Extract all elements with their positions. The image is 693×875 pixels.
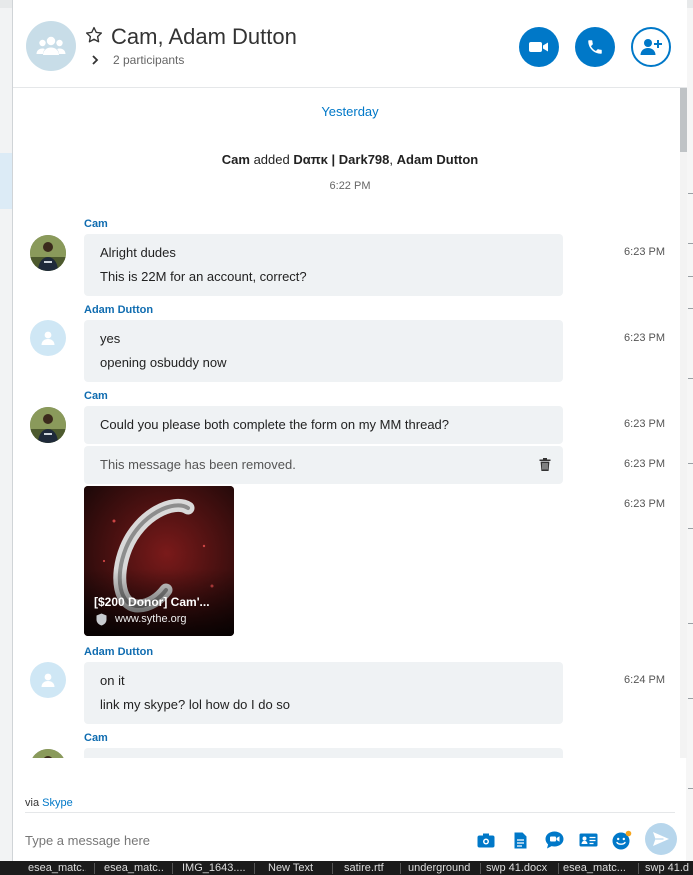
- video-message-button[interactable]: [544, 830, 564, 850]
- person-icon: [41, 673, 55, 687]
- system-message-time: 6:22 PM: [329, 180, 371, 192]
- message-input[interactable]: [25, 828, 465, 852]
- chevron-right-icon[interactable]: [91, 55, 99, 65]
- media-button[interactable]: [476, 830, 496, 850]
- system-actor: Cam: [221, 152, 250, 167]
- removed-message[interactable]: This message has been removed.: [84, 446, 563, 484]
- avatar[interactable]: [30, 662, 66, 698]
- media-icon: [477, 833, 495, 847]
- message-bubble[interactable]: on it link my skype? lol how do I do so: [84, 662, 563, 724]
- sender-name[interactable]: Adam Dutton: [84, 304, 153, 316]
- taskbar-item[interactable]: esea_matc...: [563, 861, 635, 875]
- avatar[interactable]: [30, 407, 66, 443]
- message-time: 6:23 PM: [624, 458, 665, 470]
- sender-name[interactable]: Cam: [84, 218, 108, 230]
- sender-name[interactable]: Cam: [84, 390, 108, 402]
- add-participant-button[interactable]: [631, 27, 671, 67]
- phone-icon: [588, 40, 602, 54]
- message-composer: via Skype: [13, 790, 687, 861]
- video-call-icon: [529, 42, 548, 52]
- file-button[interactable]: [510, 830, 530, 850]
- video-message-icon: [545, 831, 563, 849]
- system-target: Adam Dutton: [396, 152, 479, 167]
- message-bubble[interactable]: [84, 748, 563, 758]
- taskbar-item[interactable]: esea_matc...: [28, 861, 86, 875]
- video-call-button[interactable]: [519, 27, 559, 67]
- taskbar-item[interactable]: swp 41.docx: [486, 861, 556, 875]
- participants-link[interactable]: 2 participants: [113, 53, 184, 67]
- audio-call-button[interactable]: [575, 27, 615, 67]
- link-preview-title: [$200 Donor] Cam'...: [94, 595, 210, 609]
- message-text: yes: [100, 331, 121, 346]
- via-label: via Skype: [25, 797, 73, 809]
- message-text: This is 22M for an account, correct?: [100, 269, 307, 284]
- star-icon[interactable]: [85, 26, 103, 44]
- message-text: Could you please both complete the form …: [100, 417, 450, 432]
- date-separator: Yesterday: [321, 104, 379, 119]
- sender-name[interactable]: Cam: [84, 732, 108, 744]
- contact-card-icon: [579, 833, 597, 847]
- system-action: added: [253, 152, 290, 167]
- message-text: link my skype? lol how do I do so: [100, 697, 291, 712]
- taskbar-item[interactable]: swp 41.d: [645, 861, 693, 875]
- message-text: Alright dudes: [100, 245, 176, 260]
- os-taskbar: esea_matc... esea_matc... IMG_1643.... N…: [0, 861, 693, 875]
- send-button[interactable]: [645, 823, 677, 855]
- send-icon: [653, 832, 669, 846]
- link-preview-card[interactable]: [$200 Donor] Cam'... www.sythe.org: [84, 486, 234, 636]
- shield-icon: [96, 613, 107, 626]
- conversation-title: Cam, Adam Dutton: [111, 24, 297, 49]
- message-time: 6:23 PM: [624, 418, 665, 430]
- message-time: 6:23 PM: [624, 246, 665, 258]
- avatar[interactable]: [30, 235, 66, 271]
- message-time: 6:23 PM: [624, 332, 665, 344]
- add-person-icon: [640, 39, 662, 55]
- taskbar-item[interactable]: underground: [408, 861, 478, 875]
- message-list[interactable]: Yesterday Cam added Dαπκ | Dark798, Adam…: [13, 88, 687, 758]
- system-message: Cam added Dαπκ | Dark798, Adam Dutton: [221, 152, 479, 167]
- contact-card-button[interactable]: [578, 830, 598, 850]
- file-icon: [514, 832, 526, 848]
- scrollbar-thumb[interactable]: [680, 88, 687, 152]
- composer-divider: [25, 812, 675, 813]
- message-text: opening osbuddy now: [100, 355, 227, 370]
- trash-icon[interactable]: [539, 458, 551, 471]
- emoji-button[interactable]: [612, 830, 632, 850]
- message-text: on it: [100, 673, 125, 688]
- message-scrollbar[interactable]: [680, 88, 687, 758]
- removed-message-text: This message has been removed.: [100, 457, 296, 472]
- message-time: 6:23 PM: [624, 498, 665, 510]
- avatar[interactable]: [30, 749, 66, 758]
- link-preview-site: www.sythe.org: [115, 613, 187, 625]
- background-window-left: [0, 8, 12, 861]
- message-bubble[interactable]: Alright dudes This is 22M for an account…: [84, 234, 563, 296]
- person-icon: [41, 331, 55, 345]
- chat-window: Cam, Adam Dutton 2 participants Yesterda…: [12, 0, 687, 861]
- taskbar-item[interactable]: IMG_1643....: [182, 861, 246, 875]
- sender-name[interactable]: Adam Dutton: [84, 646, 153, 658]
- system-target: Dαπκ | Dark798: [293, 152, 390, 167]
- taskbar-item[interactable]: satire.rtf: [344, 861, 396, 875]
- taskbar-item[interactable]: New Text: [268, 861, 324, 875]
- taskbar-item[interactable]: esea_matc...: [104, 861, 164, 875]
- message-bubble[interactable]: Could you please both complete the form …: [84, 406, 563, 444]
- background-window-right: [686, 8, 693, 861]
- group-icon[interactable]: [26, 21, 76, 71]
- avatar[interactable]: [30, 320, 66, 356]
- message-bubble[interactable]: yes opening osbuddy now: [84, 320, 563, 382]
- via-skype-link[interactable]: Skype: [42, 797, 73, 809]
- message-time: 6:24 PM: [624, 674, 665, 686]
- conversation-header: Cam, Adam Dutton 2 participants: [13, 0, 687, 88]
- emoji-icon: [612, 830, 632, 850]
